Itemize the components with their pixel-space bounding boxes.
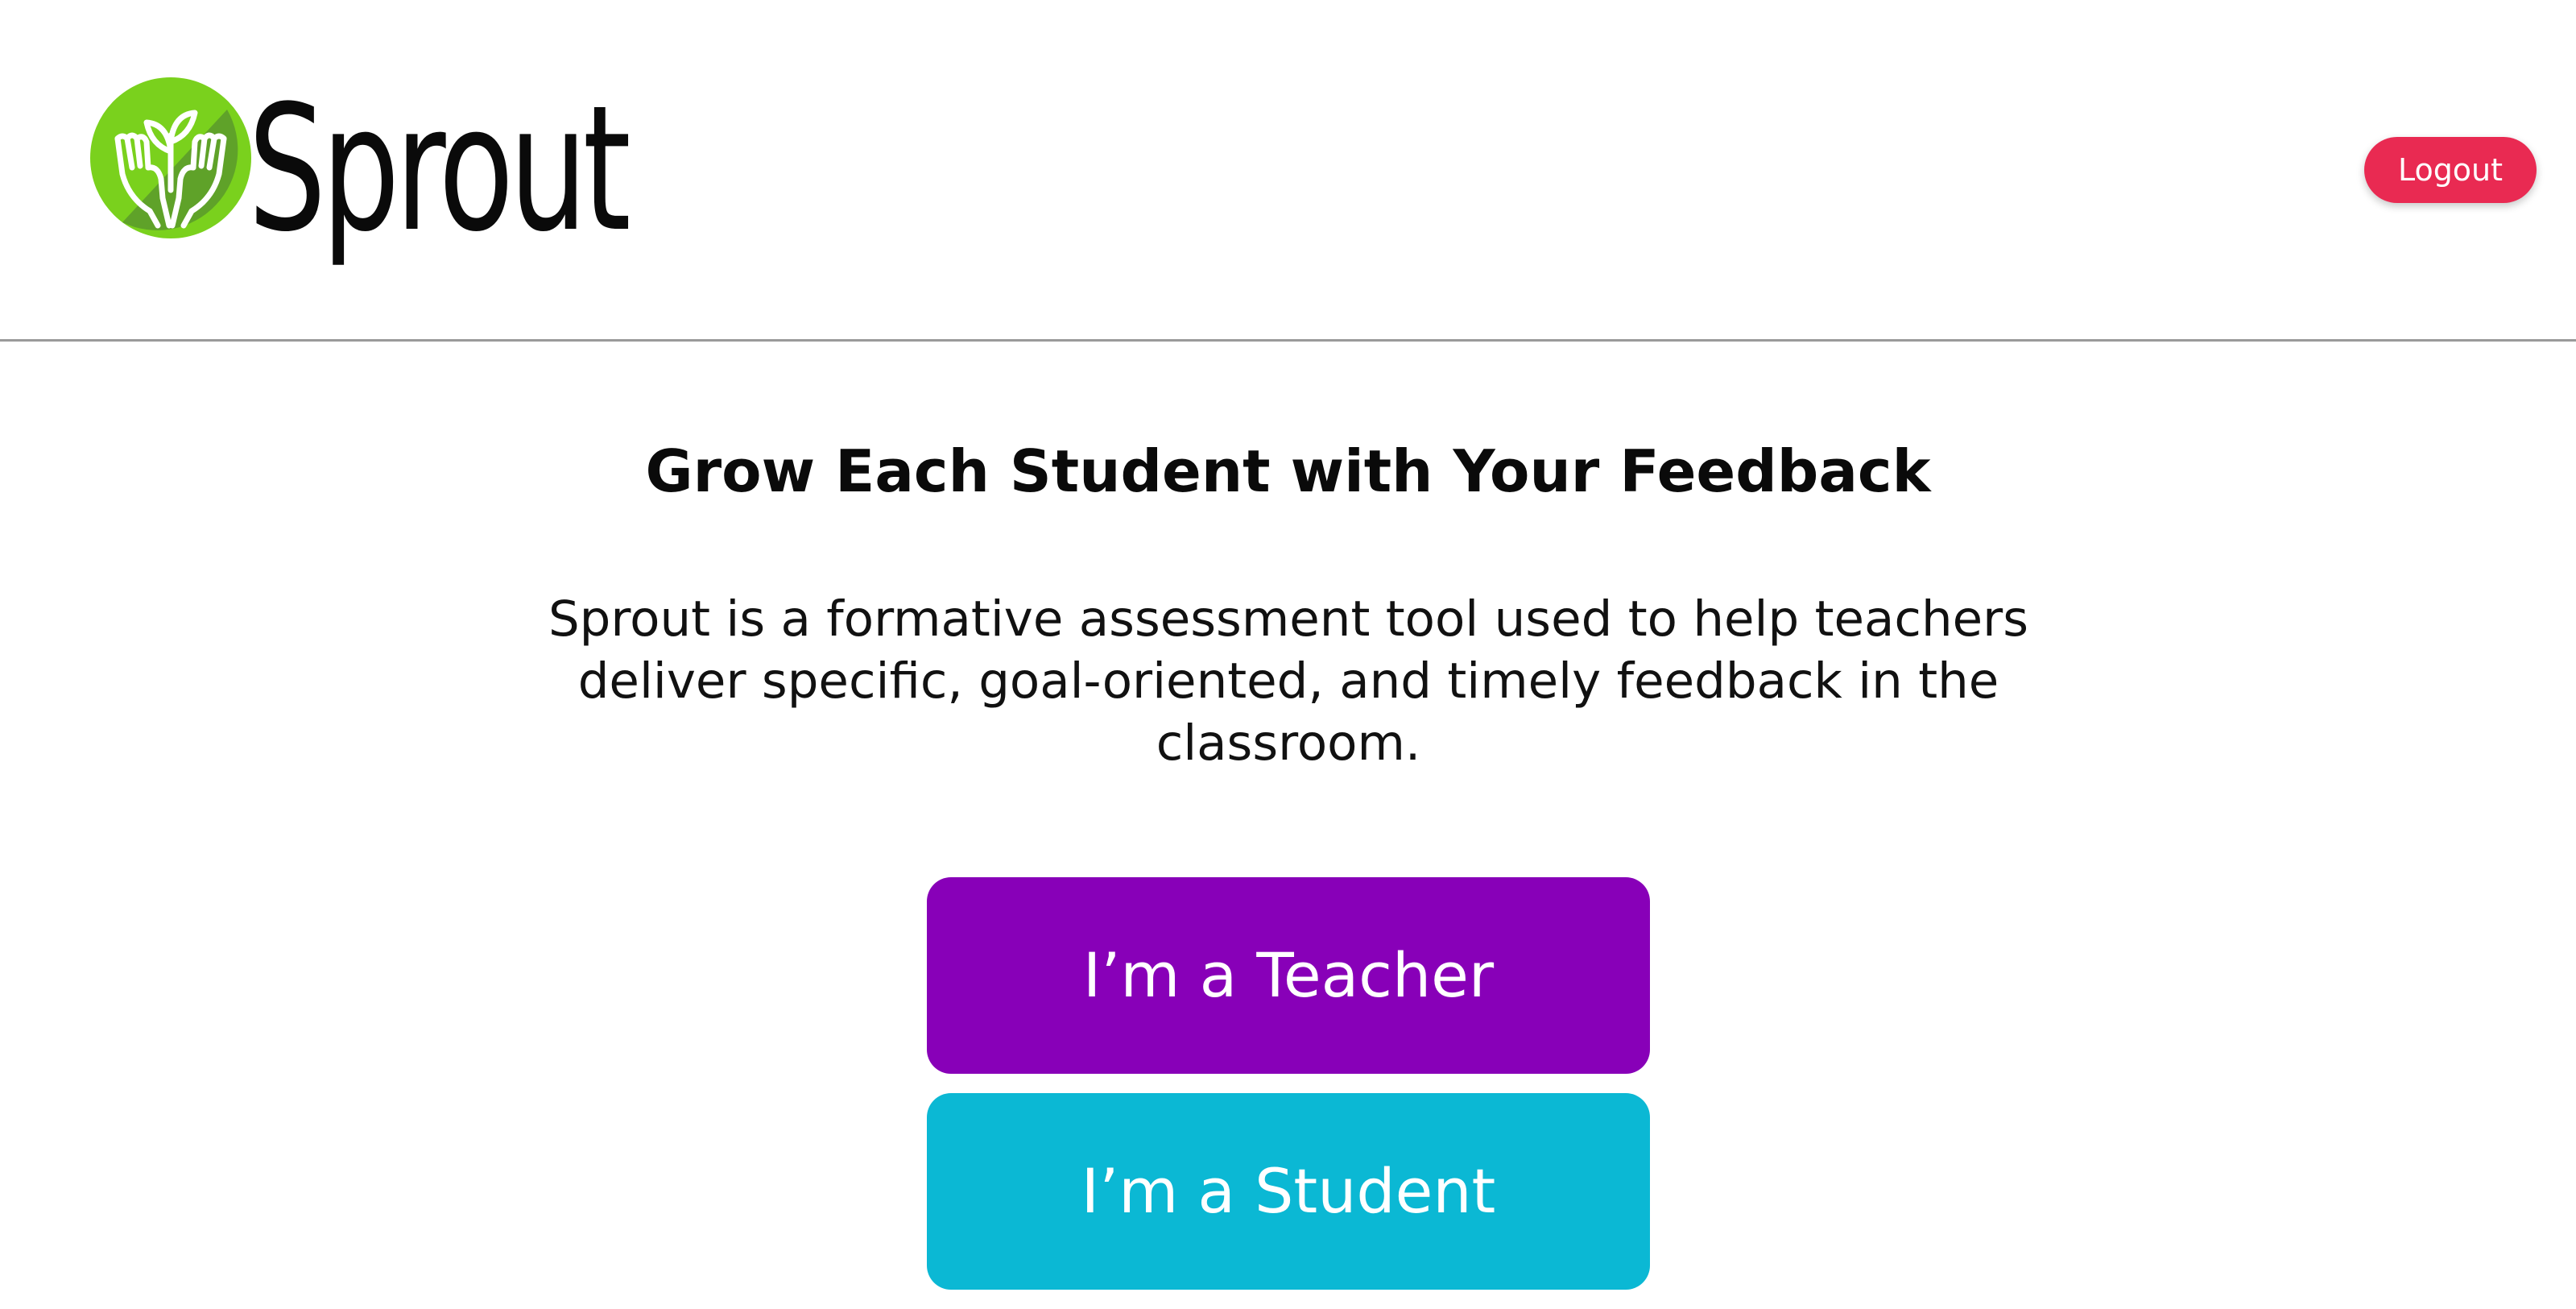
teacher-role-button[interactable]: I’m a Teacher	[927, 877, 1650, 1074]
logout-button[interactable]: Logout	[2364, 137, 2537, 203]
header: Sprout Logout	[0, 0, 2576, 342]
student-role-button[interactable]: I’m a Student	[927, 1093, 1650, 1290]
sprout-logo-graphic: Sprout	[90, 77, 635, 270]
hands-with-sprout-icon	[90, 77, 251, 238]
page-description: Sprout is a formative assessment tool us…	[548, 590, 2029, 772]
page-title: Grow Each Student with Your Feedback	[645, 437, 1931, 505]
sprout-logo[interactable]: Sprout	[90, 77, 670, 287]
logo-wordmark: Sprout	[248, 77, 629, 270]
